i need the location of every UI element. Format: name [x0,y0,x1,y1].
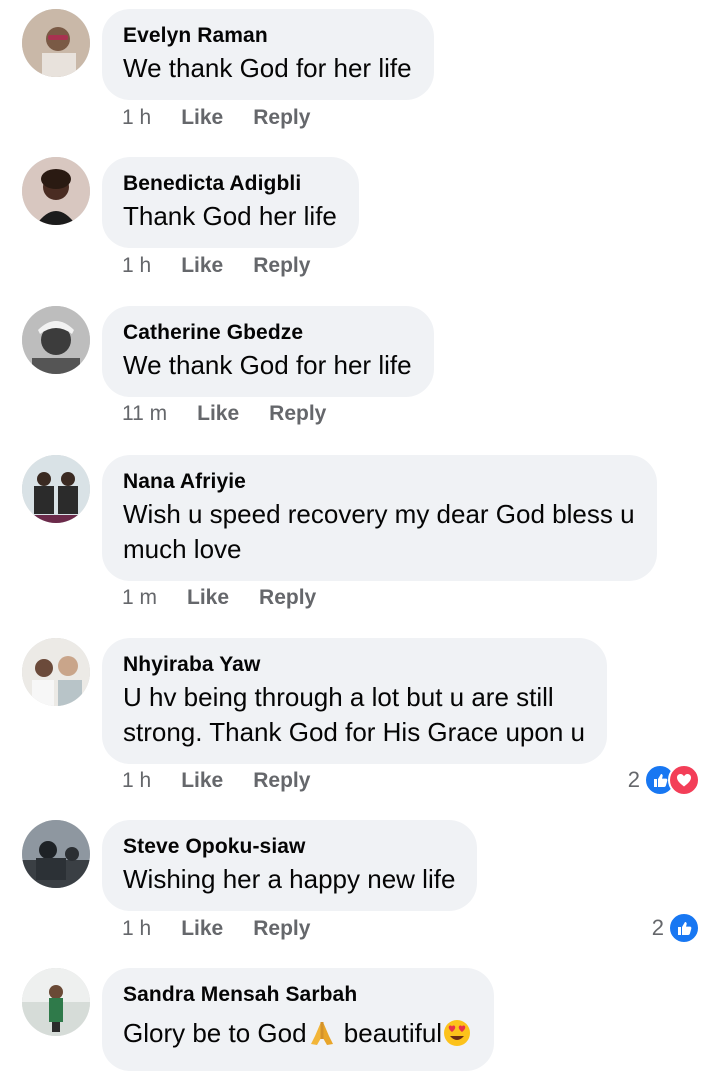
avatar[interactable] [22,455,90,523]
comment-text: Glory be to God beautiful [123,1016,472,1057]
avatar[interactable] [22,157,90,225]
comment-time[interactable]: 1 h [122,916,151,942]
comment-meta: 1 h Like Reply [122,253,340,279]
comment-bubble: Nhyiraba Yaw U hv being through a lot bu… [102,638,607,764]
comment-bubble: Nana Afriyie Wish u speed recovery my de… [102,455,657,581]
heart-eyes-emoji [442,1018,472,1057]
reply-link[interactable]: Reply [253,105,310,131]
comment-bubble: Sandra Mensah Sarbah Glory be to God bea… [102,968,495,1071]
comment-text-line: strong. Thank God for His Grace upon u [123,717,585,747]
reply-link[interactable]: Reply [253,768,310,794]
comment-time[interactable]: 1 h [122,253,151,279]
comment-text-line: U hv being through a lot but u are still [123,682,554,712]
avatar[interactable] [22,968,90,1036]
like-link[interactable]: Like [187,585,229,611]
comment-text-part: beautiful [336,1018,443,1048]
comment-bubble: Steve Opoku-siaw Wishing her a happy new… [102,820,478,911]
avatar[interactable] [22,9,90,77]
reply-link[interactable]: Reply [269,401,326,427]
avatar[interactable] [22,638,90,706]
reply-link[interactable]: Reply [253,916,310,942]
like-link[interactable]: Like [181,253,223,279]
comment-time[interactable]: 1 h [122,105,151,131]
comment-time[interactable]: 11 m [122,401,167,427]
comment-text-part: Glory be to God [123,1018,307,1048]
comment-text: Wish u speed recovery my dear God bless … [123,497,635,567]
comment-meta: 1 h Like Reply [122,105,340,131]
comment-author[interactable]: Sandra Mensah Sarbah [123,982,472,1008]
reaction-summary[interactable]: 2 [628,764,700,796]
folded-hands-emoji [307,1018,337,1057]
comment-author[interactable]: Steve Opoku-siaw [123,834,455,860]
reply-link[interactable]: Reply [253,253,310,279]
comment-author[interactable]: Benedicta Adigbli [123,171,337,197]
like-icon [668,912,700,944]
reaction-count: 2 [651,915,664,940]
comment-time[interactable]: 1 m [122,585,157,611]
comment-time[interactable]: 1 h [122,768,151,794]
comment-author[interactable]: Nhyiraba Yaw [123,652,585,678]
comment-meta: 1 h Like Reply [122,916,340,942]
reaction-summary[interactable]: 2 [652,912,700,944]
comment-author[interactable]: Evelyn Raman [123,23,412,49]
comment-bubble: Benedicta Adigbli Thank God her life [102,157,359,248]
comment-bubble: Catherine Gbedze We thank God for her li… [102,306,434,397]
comment-text: U hv being through a lot but u are still… [123,680,585,750]
like-link[interactable]: Like [181,916,223,942]
comment-text: Thank God her life [123,201,337,231]
comment-author[interactable]: Catherine Gbedze [123,320,412,346]
love-icon [668,764,700,796]
comment-text: Wishing her a happy new life [123,864,456,894]
comment-text: We thank God for her life [123,53,412,83]
comment-author[interactable]: Nana Afriyie [123,469,635,495]
comment-bubble: Evelyn Raman We thank God for her life [102,9,434,100]
like-link[interactable]: Like [197,401,239,427]
like-link[interactable]: Like [181,768,223,794]
like-link[interactable]: Like [181,105,223,131]
reply-link[interactable]: Reply [259,585,316,611]
comment-meta: 1 h Like Reply [122,768,340,794]
comment-meta: 11 m Like Reply [122,401,356,427]
comment-text-line: much love [123,534,242,564]
avatar[interactable] [22,820,90,888]
comment-text-line: Wish u speed recovery my dear God bless … [123,499,635,529]
reaction-count: 2 [627,767,640,792]
comment-meta: 1 m Like Reply [122,585,346,611]
avatar[interactable] [22,306,90,374]
comment-text: We thank God for her life [123,350,412,380]
